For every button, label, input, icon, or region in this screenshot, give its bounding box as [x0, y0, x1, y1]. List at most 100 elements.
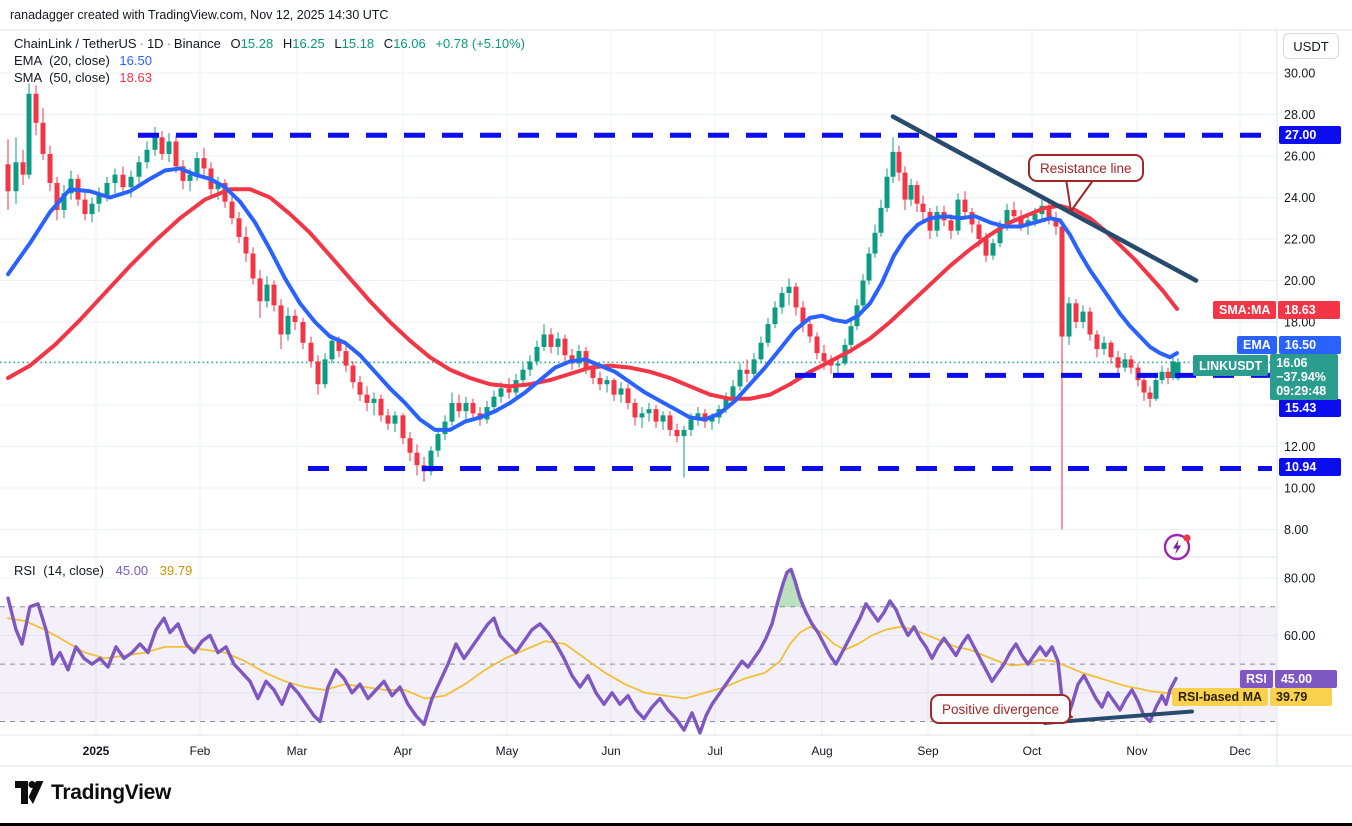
candle-body: [675, 430, 680, 436]
candle-body: [991, 243, 996, 255]
rsi-name[interactable]: RSI: [14, 563, 36, 578]
candle-body: [879, 208, 884, 233]
candle-body: [48, 154, 53, 183]
sma-legend-row[interactable]: SMA (50, close) 18.63: [14, 70, 152, 85]
candle-body: [386, 415, 391, 423]
currency-unit-button[interactable]: USDT: [1283, 33, 1339, 59]
rsi-tag: RSI: [1240, 670, 1273, 688]
candle-body: [521, 370, 526, 380]
candle-body: [977, 224, 982, 239]
close-value: 16.06: [393, 36, 426, 51]
ema-name[interactable]: EMA: [14, 53, 41, 68]
level-1543-value[interactable]: 15.43: [1279, 399, 1341, 417]
ema-price-badge: EMA 16.50: [1237, 336, 1341, 354]
price-tick-label: 30.00: [1284, 67, 1315, 81]
candle-body: [393, 415, 398, 423]
candle-body: [492, 397, 497, 407]
rsi-tick-label: 80.00: [1284, 572, 1315, 586]
time-axis-label: Dec: [1229, 744, 1250, 758]
candle-body: [963, 200, 968, 212]
candle-body: [83, 200, 88, 215]
candle-body: [365, 395, 370, 403]
level-27-value[interactable]: 27.00: [1279, 126, 1341, 144]
candle-body: [752, 359, 757, 374]
candle-body: [612, 380, 617, 395]
candle-body: [14, 162, 19, 191]
candle-body: [244, 237, 249, 254]
candle-body: [471, 403, 476, 413]
chart-canvas[interactable]: 30.0028.0026.0024.0022.0020.0018.0012.00…: [0, 0, 1352, 826]
resistance-trendline[interactable]: [893, 117, 1196, 281]
candle-body: [647, 409, 652, 413]
candle-body: [738, 370, 743, 387]
candle-body: [153, 137, 158, 149]
ema20-line[interactable]: [8, 168, 1177, 429]
open-value: 15.28: [241, 36, 274, 51]
symbol-tag: LINKUSDT: [1193, 355, 1268, 376]
candle-body: [1154, 380, 1159, 399]
candle-body: [174, 141, 179, 166]
candle-body: [1142, 380, 1147, 392]
sma-name[interactable]: SMA: [14, 70, 41, 85]
candle-body: [745, 370, 750, 374]
candle-body: [794, 287, 799, 308]
candle-body: [415, 453, 420, 465]
rsi-tick-label: 60.00: [1284, 629, 1315, 643]
level-1543-badge[interactable]: 15.43: [1279, 399, 1341, 417]
candle-body: [528, 361, 533, 369]
price-tick-label: 26.00: [1284, 150, 1315, 164]
candle-body: [897, 152, 902, 173]
candle-body: [773, 307, 778, 324]
level-1094-value[interactable]: 10.94: [1279, 458, 1341, 476]
candle-body: [237, 218, 242, 237]
candle-body: [808, 324, 813, 336]
price-tick-label: 12.00: [1284, 440, 1315, 454]
candle-body: [935, 212, 940, 231]
price-tick-label: 22.00: [1284, 233, 1315, 247]
candle-body: [766, 324, 771, 343]
candle-body: [41, 123, 46, 154]
candle-body: [1067, 303, 1072, 336]
candle-body: [372, 399, 377, 403]
candle-body: [408, 438, 413, 453]
price-tick-label: 8.00: [1284, 523, 1308, 537]
candle-body: [633, 403, 638, 418]
interval-label[interactable]: 1D: [147, 36, 164, 51]
candle-body: [202, 158, 207, 168]
candle-body: [867, 254, 872, 281]
level-1094-badge[interactable]: 10.94: [1279, 458, 1341, 476]
price-tick-label: 24.00: [1284, 191, 1315, 205]
candle-body: [787, 287, 792, 293]
rsi-legend-row[interactable]: RSI (14, close) 45.00 39.79: [14, 563, 192, 578]
open-key: O: [231, 36, 241, 51]
candle-body: [759, 343, 764, 360]
candle-body: [301, 322, 306, 343]
tradingview-logo[interactable]: TradingView: [14, 780, 171, 806]
candle-body: [861, 281, 866, 306]
ema-legend-row[interactable]: EMA (20, close) 16.50: [14, 53, 152, 68]
symbol-title[interactable]: ChainLink / TetherUS: [14, 36, 137, 51]
candle-body: [903, 173, 908, 200]
candle-body: [1012, 210, 1017, 216]
candle-body: [654, 409, 659, 421]
candle-body: [1116, 357, 1121, 367]
high-value: 16.25: [292, 36, 325, 51]
low-value: 15.18: [342, 36, 375, 51]
time-axis[interactable]: 2025FebMarAprMayJunJulAugSepOctNovDec: [83, 744, 1251, 758]
flash-ideas-icon[interactable]: [1160, 530, 1196, 566]
time-axis-label: Jun: [601, 744, 620, 758]
candles-layer: [6, 83, 1181, 529]
candle-body: [668, 415, 673, 430]
candle-body: [379, 399, 384, 416]
candle-body: [344, 351, 349, 366]
exchange-label[interactable]: Binance: [174, 36, 221, 51]
sma50-line[interactable]: [8, 189, 1177, 399]
resistance-callout[interactable]: Resistance line: [1028, 154, 1144, 182]
candle-body: [323, 359, 328, 384]
symbol-legend-row[interactable]: ChainLink / TetherUS·1D·Binance O15.28 H…: [14, 36, 525, 51]
positive-divergence-callout[interactable]: Positive divergence: [930, 694, 1071, 724]
level-27-badge[interactable]: 27.00: [1279, 126, 1341, 144]
candle-body: [949, 220, 954, 230]
candle-body: [265, 285, 270, 302]
rsi-band: [0, 607, 1277, 722]
